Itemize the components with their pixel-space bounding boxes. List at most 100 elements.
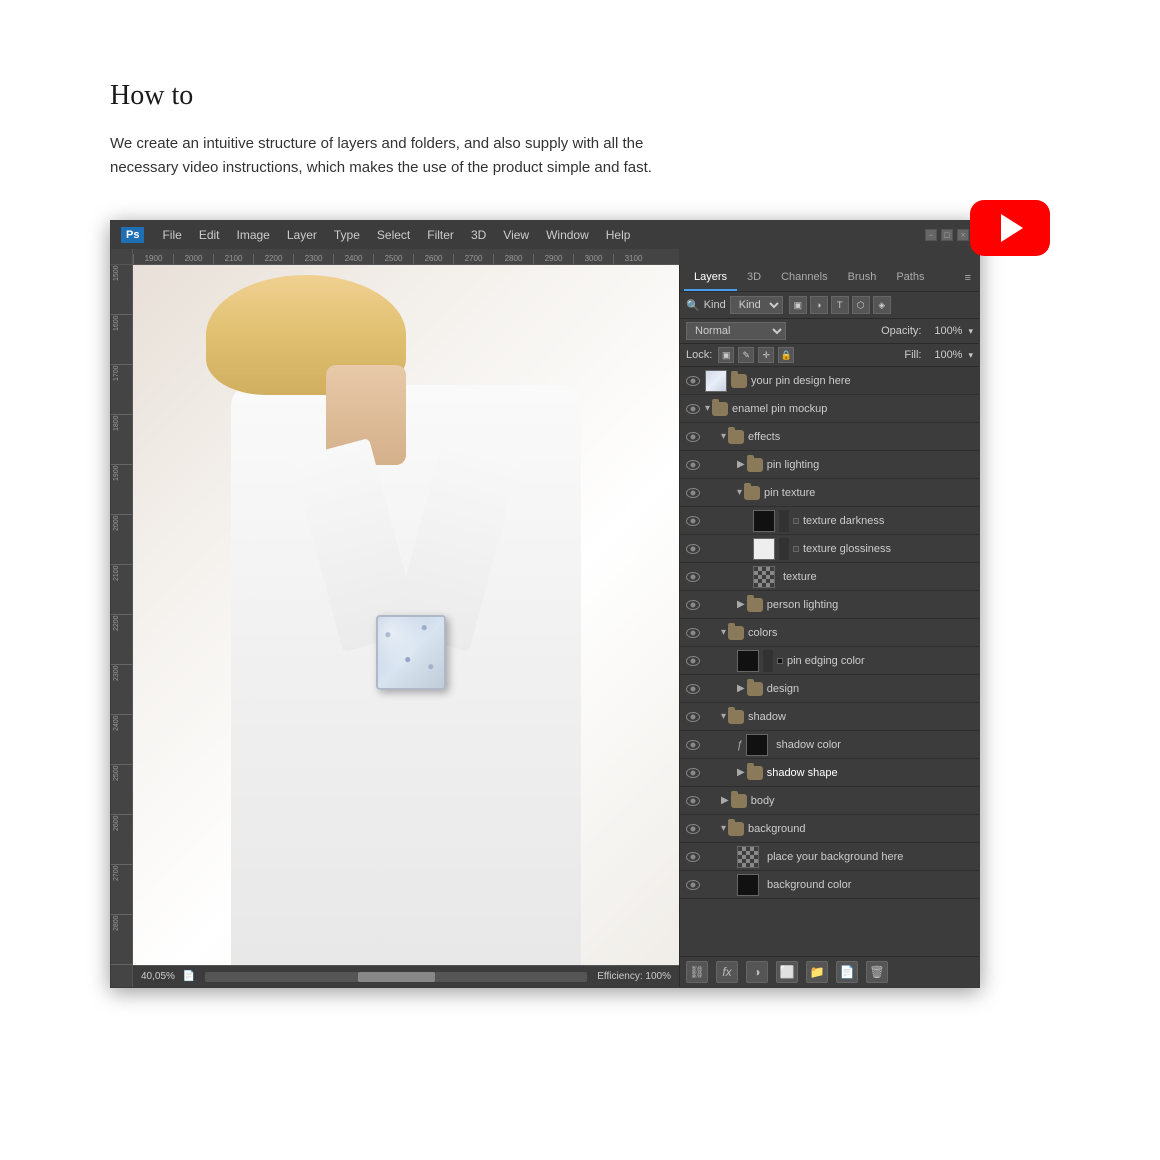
filter-icon-type[interactable]: T xyxy=(831,296,849,314)
ruler-tick-1900: 1900 xyxy=(133,254,173,264)
filter-icon-pixel[interactable]: ▣ xyxy=(789,296,807,314)
horizontal-scrollbar[interactable] xyxy=(205,972,587,982)
visibility-eye xyxy=(686,824,700,834)
fx-btn[interactable]: fx xyxy=(716,961,738,983)
eye-icon[interactable] xyxy=(684,624,702,642)
tab-brush[interactable]: Brush xyxy=(838,265,887,291)
collapse-chevron[interactable]: ▶ xyxy=(721,795,729,806)
menu-layer[interactable]: Layer xyxy=(280,226,324,244)
expand-chevron[interactable]: ▾ xyxy=(705,403,710,414)
layer-item-shadow-color[interactable]: ƒ shadow color xyxy=(680,731,979,759)
layer-item-colors-folder[interactable]: ▾ colors xyxy=(680,619,979,647)
expand-chevron[interactable]: ▾ xyxy=(721,431,726,442)
eye-icon[interactable] xyxy=(684,428,702,446)
menu-image[interactable]: Image xyxy=(230,226,277,244)
layer-name-pin-edging: pin edging color xyxy=(787,655,975,667)
play-icon xyxy=(1001,214,1023,242)
layer-item-bg-color[interactable]: background color xyxy=(680,871,979,899)
layer-item-pin-texture-folder[interactable]: ▾ pin texture xyxy=(680,479,979,507)
eye-icon[interactable] xyxy=(684,400,702,418)
filter-icon-shape[interactable]: ⬡ xyxy=(852,296,870,314)
layer-item-person-lighting[interactable]: ▶ person lighting xyxy=(680,591,979,619)
blend-mode-select[interactable]: Normal xyxy=(686,322,786,340)
tab-layers[interactable]: Layers xyxy=(684,265,737,291)
menu-edit[interactable]: Edit xyxy=(192,226,227,244)
menu-help[interactable]: Help xyxy=(599,226,638,244)
collapse-chevron[interactable]: ▶ xyxy=(737,459,745,470)
eye-icon[interactable] xyxy=(684,764,702,782)
layer-item-bg-place[interactable]: place your background here xyxy=(680,843,979,871)
visibility-eye xyxy=(686,852,700,862)
eye-icon[interactable] xyxy=(684,792,702,810)
eye-icon[interactable] xyxy=(684,876,702,894)
expand-chevron[interactable]: ▾ xyxy=(721,823,726,834)
layer-item-texture[interactable]: texture xyxy=(680,563,979,591)
lock-paint-btn[interactable]: ✎ xyxy=(738,347,754,363)
eye-icon[interactable] xyxy=(684,680,702,698)
eye-icon[interactable] xyxy=(684,652,702,670)
ruler-left-tick: 2400 xyxy=(111,715,132,765)
opacity-label: Opacity: xyxy=(881,325,921,337)
layer-item-design-folder[interactable]: ▶ design xyxy=(680,675,979,703)
layer-item-pin-lighting[interactable]: ▶ pin lighting xyxy=(680,451,979,479)
lock-position-btn[interactable]: ✛ xyxy=(758,347,774,363)
menu-view[interactable]: View xyxy=(496,226,536,244)
layer-item-shadow-folder[interactable]: ▾ shadow xyxy=(680,703,979,731)
menu-3d[interactable]: 3D xyxy=(464,226,493,244)
lock-label: Lock: xyxy=(686,349,712,361)
eye-icon[interactable] xyxy=(684,568,702,586)
menu-select[interactable]: Select xyxy=(370,226,417,244)
layer-item-texture-glossiness[interactable]: texture glossiness xyxy=(680,535,979,563)
panel-more-button[interactable]: ≡ xyxy=(961,268,975,288)
eye-icon[interactable] xyxy=(684,484,702,502)
layer-item-effects[interactable]: ▾ effects xyxy=(680,423,979,451)
expand-chevron[interactable]: ▾ xyxy=(721,711,726,722)
tab-paths[interactable]: Paths xyxy=(886,265,934,291)
collapse-chevron[interactable]: ▶ xyxy=(737,683,745,694)
tab-3d[interactable]: 3D xyxy=(737,265,771,291)
new-folder-btn[interactable]: 📁 xyxy=(806,961,828,983)
new-layer-btn[interactable]: 📄 xyxy=(836,961,858,983)
filter-kind-select[interactable]: Kind xyxy=(730,296,783,314)
layer-item-enamel-pin[interactable]: ▾ enamel pin mockup xyxy=(680,395,979,423)
layer-item-body-folder[interactable]: ▶ body xyxy=(680,787,979,815)
window-minimize[interactable]: − xyxy=(925,229,937,241)
collapse-chevron[interactable]: ▶ xyxy=(737,767,745,778)
photoshop-window: Ps File Edit Image Layer Type Select Fil… xyxy=(110,220,980,988)
youtube-button[interactable] xyxy=(970,200,1050,256)
adjustment-btn[interactable]: ◑ xyxy=(746,961,768,983)
eye-icon[interactable] xyxy=(684,540,702,558)
expand-chevron[interactable]: ▾ xyxy=(721,627,726,638)
filter-icon-adjustment[interactable]: ◑ xyxy=(810,296,828,314)
eye-icon[interactable] xyxy=(684,456,702,474)
menu-window[interactable]: Window xyxy=(539,226,596,244)
lock-all-btn[interactable]: 🔒 xyxy=(778,347,794,363)
canvas-area: 40,05% 📄 Efficiency: 100% xyxy=(133,265,679,987)
eye-icon[interactable] xyxy=(684,736,702,754)
layer-item-pin-design[interactable]: your pin design here xyxy=(680,367,979,395)
eye-icon[interactable] xyxy=(684,596,702,614)
layer-item-shadow-shape[interactable]: ▶ shadow shape xyxy=(680,759,979,787)
eye-icon[interactable] xyxy=(684,512,702,530)
menu-file[interactable]: File xyxy=(155,226,188,244)
collapse-chevron[interactable]: ▶ xyxy=(737,599,745,610)
layer-item-background-folder[interactable]: ▾ background xyxy=(680,815,979,843)
expand-chevron[interactable]: ▾ xyxy=(737,487,742,498)
filter-icon-smartobj[interactable]: ◈ xyxy=(873,296,891,314)
mask-btn[interactable]: ⬜ xyxy=(776,961,798,983)
window-close[interactable]: × xyxy=(957,229,969,241)
menu-filter[interactable]: Filter xyxy=(420,226,461,244)
delete-layer-btn[interactable]: 🗑 xyxy=(866,961,888,983)
folder-icon xyxy=(728,710,744,724)
lock-pixels-btn[interactable]: ▣ xyxy=(718,347,734,363)
layer-item-pin-edging[interactable]: pin edging color xyxy=(680,647,979,675)
eye-icon[interactable] xyxy=(684,848,702,866)
eye-icon[interactable] xyxy=(684,708,702,726)
link-layers-btn[interactable]: ⛓ xyxy=(686,961,708,983)
eye-icon[interactable] xyxy=(684,820,702,838)
tab-channels[interactable]: Channels xyxy=(771,265,837,291)
window-maximize[interactable]: □ xyxy=(941,229,953,241)
eye-icon[interactable] xyxy=(684,372,702,390)
menu-type[interactable]: Type xyxy=(327,226,367,244)
layer-item-texture-darkness[interactable]: texture darkness xyxy=(680,507,979,535)
